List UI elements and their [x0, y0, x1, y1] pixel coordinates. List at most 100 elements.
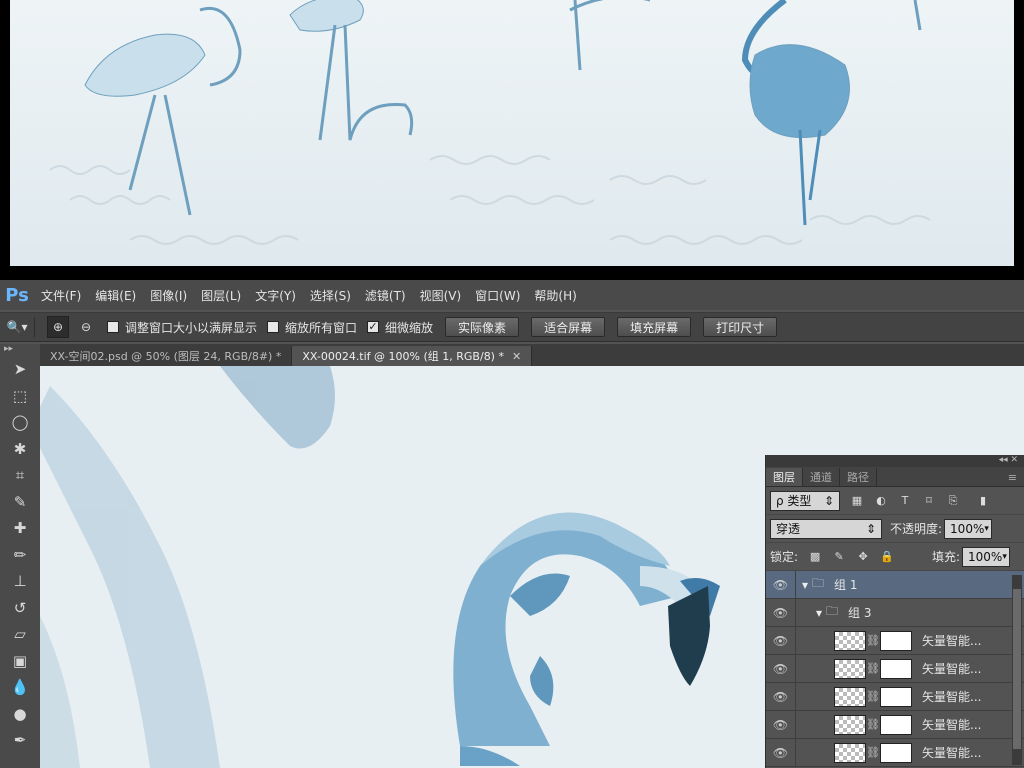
- chevron-down-icon: ▾: [984, 523, 989, 534]
- zoom-in-icon[interactable]: ⊕: [47, 316, 69, 338]
- lock-all-icon[interactable]: 🔒: [880, 550, 894, 564]
- link-icon[interactable]: ⛓: [866, 634, 880, 647]
- print-size-button[interactable]: 打印尺寸: [703, 317, 778, 337]
- lock-pixels-icon[interactable]: ✎: [832, 550, 846, 564]
- layer-name: 矢量智能...: [922, 746, 982, 760]
- brush-tool-icon[interactable]: ✏: [0, 542, 40, 569]
- document-tab-active[interactable]: XX-00024.tif @ 100% (组 1, RGB/8) * ✕: [292, 346, 533, 366]
- folder-icon: 🗀: [826, 604, 839, 618]
- crop-tool-icon[interactable]: ⌗: [0, 462, 40, 489]
- options-divider: [34, 317, 35, 337]
- panel-collapse-icon[interactable]: ◂◂ ✕: [766, 455, 1024, 467]
- healing-brush-tool-icon[interactable]: ✚: [0, 515, 40, 542]
- pen-tool-icon[interactable]: ✒: [0, 727, 40, 754]
- flamingo-illustration: [10, 0, 1014, 266]
- close-icon[interactable]: ✕: [512, 350, 521, 363]
- gradient-tool-icon[interactable]: ▣: [0, 648, 40, 675]
- layers-scrollbar[interactable]: [1012, 575, 1022, 765]
- actual-pixels-button[interactable]: 实际像素: [445, 317, 520, 337]
- eraser-tool-icon[interactable]: ▱: [0, 621, 40, 648]
- link-icon[interactable]: ⛓: [866, 746, 880, 759]
- link-icon[interactable]: ⛓: [866, 662, 880, 675]
- checkbox-box[interactable]: [107, 321, 119, 333]
- blur-tool-icon[interactable]: 💧: [0, 674, 40, 701]
- layer-mask-thumbnail: [880, 686, 912, 707]
- move-tool-icon[interactable]: ➤: [0, 356, 40, 383]
- marquee-tool-icon[interactable]: ⬚: [0, 383, 40, 410]
- blend-mode-dropdown[interactable]: 穿透 ⇕: [770, 518, 882, 539]
- lock-position-icon[interactable]: ✥: [856, 550, 870, 564]
- history-brush-tool-icon[interactable]: ↺: [0, 595, 40, 622]
- menu-select[interactable]: 选择(S): [303, 287, 358, 304]
- layer-row-group-3[interactable]: 👁 ▾ 🗀 组 3: [766, 598, 1024, 627]
- scrollbar-thumb[interactable]: [1013, 589, 1021, 749]
- menu-bar: Ps 文件(F) 编辑(E) 图像(I) 图层(L) 文字(Y) 选择(S) 滤…: [0, 280, 1024, 310]
- resize-windows-checkbox[interactable]: 调整窗口大小以满屏显示: [107, 319, 257, 336]
- fill-screen-button[interactable]: 填充屏幕: [617, 317, 692, 337]
- menu-type[interactable]: 文字(Y): [248, 287, 303, 304]
- tab-label: XX-00024.tif @ 100% (组 1, RGB/8) *: [302, 350, 504, 363]
- expand-arrow-icon[interactable]: ▾: [802, 578, 808, 592]
- link-icon[interactable]: ⛓: [866, 718, 880, 731]
- lock-label: 锁定:: [770, 550, 799, 564]
- menu-help[interactable]: 帮助(H): [527, 287, 583, 304]
- layer-filter-dropdown[interactable]: ρ 类型 ⇕: [770, 490, 840, 511]
- tab-channels[interactable]: 通道: [803, 468, 840, 486]
- visibility-eye-icon[interactable]: 👁: [766, 682, 796, 711]
- zoom-all-windows-checkbox[interactable]: 缩放所有窗口: [267, 319, 357, 336]
- zoom-out-icon[interactable]: ⊖: [75, 316, 97, 338]
- layer-row-group-1[interactable]: 👁 ▾ 🗀 组 1: [766, 570, 1024, 599]
- magic-wand-tool-icon[interactable]: ✱: [0, 436, 40, 463]
- panel-menu-icon[interactable]: ≡: [1001, 468, 1024, 486]
- type-filter-icon[interactable]: T: [898, 494, 912, 508]
- visibility-eye-icon[interactable]: 👁: [766, 654, 796, 683]
- lock-transparency-icon[interactable]: ▩: [808, 550, 822, 564]
- lock-fill-row: 锁定: ▩ ✎ ✥ 🔒 填充: 100% ▾: [766, 543, 1024, 571]
- layer-row-smart-object[interactable]: 👁 ⛓ 矢量智能...: [766, 738, 1024, 767]
- layers-panel-tabs: 图层 通道 路径 ≡: [766, 467, 1024, 487]
- dodge-tool-icon[interactable]: ●: [0, 701, 40, 728]
- visibility-eye-icon[interactable]: 👁: [766, 710, 796, 739]
- layer-row-smart-object[interactable]: 👁 ⛓ 矢量智能...: [766, 710, 1024, 739]
- zoom-tool-preset-icon[interactable]: 🔍▾: [6, 316, 28, 338]
- fit-screen-button[interactable]: 适合屏幕: [531, 317, 606, 337]
- fill-input[interactable]: 100% ▾: [962, 546, 1010, 567]
- image-filter-icon[interactable]: ▦: [850, 494, 864, 508]
- opacity-input[interactable]: 100% ▾: [944, 518, 993, 539]
- filter-toggle-icon[interactable]: ▮: [976, 494, 990, 508]
- expand-arrow-icon[interactable]: ▾: [816, 606, 822, 620]
- menu-filter[interactable]: 滤镜(T): [358, 287, 413, 304]
- tab-layers[interactable]: 图层: [766, 468, 803, 486]
- menu-view[interactable]: 视图(V): [413, 287, 469, 304]
- checkbox-checked-box[interactable]: ✓: [367, 321, 380, 333]
- layer-row-smart-object[interactable]: 👁 ⛓ 矢量智能...: [766, 654, 1024, 683]
- tab-paths[interactable]: 路径: [840, 468, 877, 486]
- menu-window[interactable]: 窗口(W): [468, 287, 527, 304]
- lasso-tool-icon[interactable]: ◯: [0, 409, 40, 436]
- visibility-eye-icon[interactable]: 👁: [766, 570, 796, 599]
- smart-object-filter-icon[interactable]: ⎘: [946, 494, 960, 508]
- document-tab[interactable]: XX-空间02.psd @ 50% (图层 24, RGB/8#) *: [40, 346, 293, 366]
- eyedropper-tool-icon[interactable]: ✎: [0, 489, 40, 516]
- clone-stamp-tool-icon[interactable]: ⊥: [0, 568, 40, 595]
- opacity-label: 不透明度:: [890, 522, 943, 536]
- checkbox-box[interactable]: [267, 321, 280, 333]
- checkbox-label: 缩放所有窗口: [285, 320, 358, 335]
- visibility-eye-icon[interactable]: 👁: [766, 626, 796, 655]
- menu-layer[interactable]: 图层(L): [194, 287, 248, 304]
- scrubby-zoom-checkbox[interactable]: ✓ 细微缩放: [367, 319, 433, 336]
- adjustment-filter-icon[interactable]: ◐: [874, 494, 888, 508]
- flamingo-artwork-preview: [10, 0, 1014, 266]
- layer-filter-row: ρ 类型 ⇕ ▦ ◐ T ⌑ ⎘ ▮: [766, 487, 1024, 515]
- layer-row-smart-object[interactable]: 👁 ⛓ 矢量智能...: [766, 626, 1024, 655]
- menu-image[interactable]: 图像(I): [143, 287, 194, 304]
- layer-mask-thumbnail: [880, 630, 912, 651]
- panel-collapse-icon[interactable]: ▸▸: [0, 344, 40, 356]
- shape-filter-icon[interactable]: ⌑: [922, 494, 936, 508]
- visibility-eye-icon[interactable]: 👁: [766, 738, 796, 767]
- menu-file[interactable]: 文件(F): [34, 287, 88, 304]
- visibility-eye-icon[interactable]: 👁: [766, 598, 796, 627]
- link-icon[interactable]: ⛓: [866, 690, 880, 703]
- layer-row-smart-object[interactable]: 👁 ⛓ 矢量智能...: [766, 682, 1024, 711]
- menu-edit[interactable]: 编辑(E): [88, 287, 143, 304]
